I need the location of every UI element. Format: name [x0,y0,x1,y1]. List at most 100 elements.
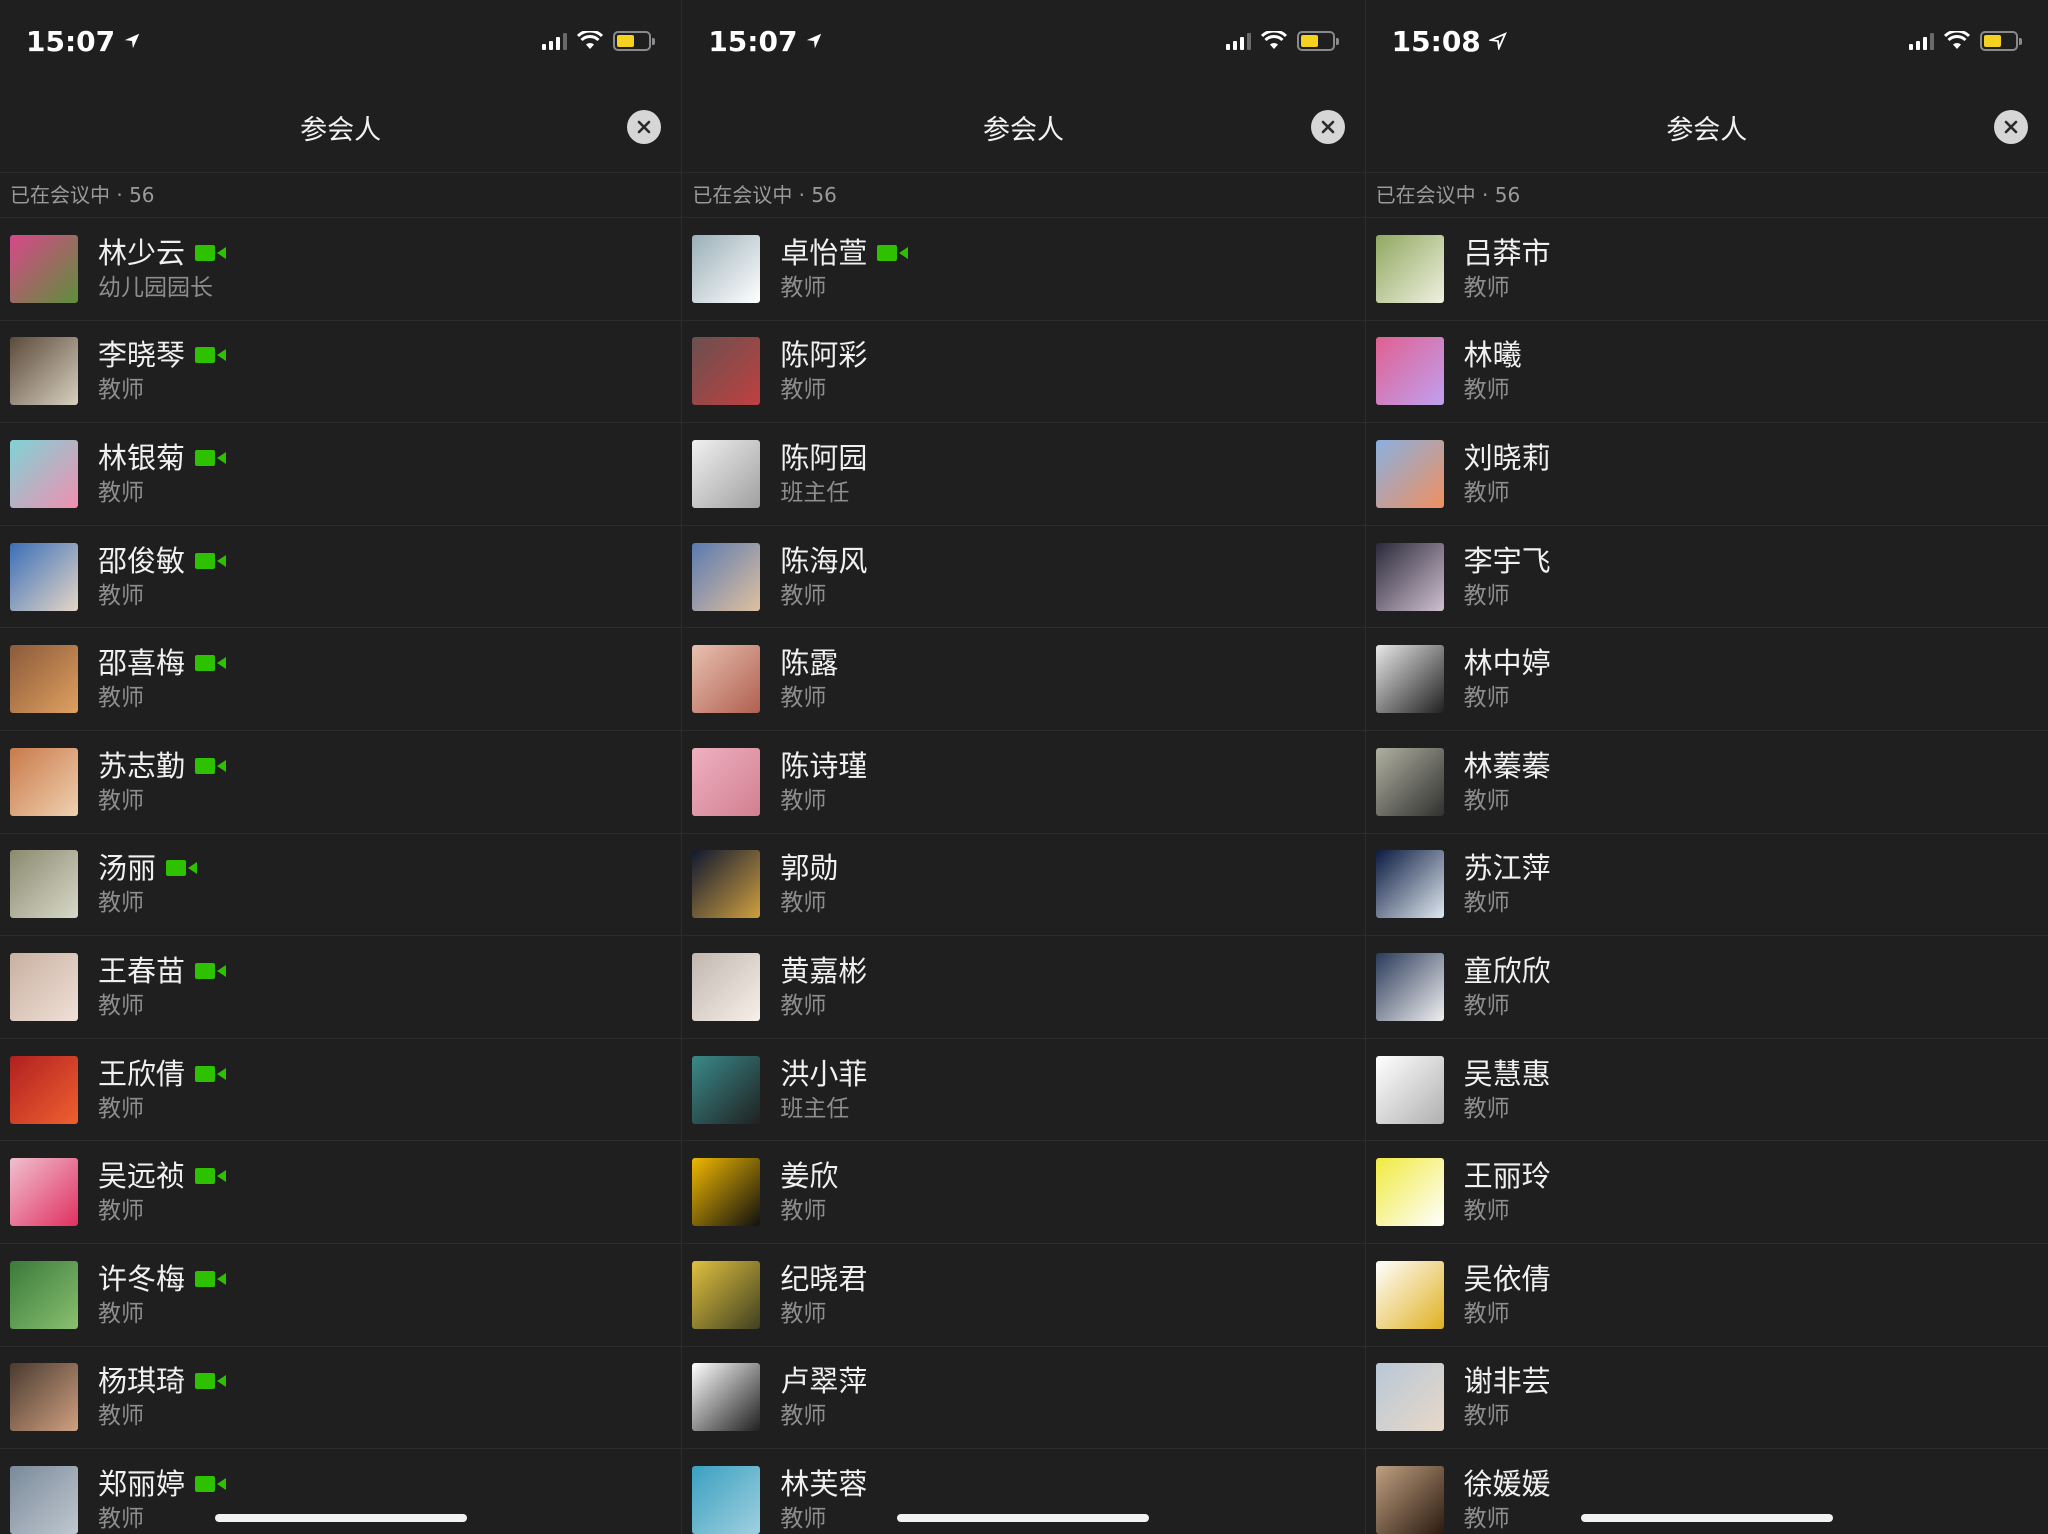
participant-name: 陈阿园 [780,440,868,475]
signal-icon [542,32,568,50]
header: 参会人 [1365,82,2048,173]
participant-info: 李晓琴 教师 [98,336,227,406]
participant-row[interactable]: 苏江萍 教师 [1365,834,2048,937]
participant-row[interactable]: 王丽玲 教师 [1365,1141,2048,1244]
participant-row[interactable]: 谢非芸 教师 [1365,1347,2048,1450]
avatar [1375,645,1444,714]
clock: 15:07 [26,25,141,58]
participant-role: 教师 [98,1300,144,1327]
name-line: 郑丽婷 [98,1465,227,1503]
section-header: 已在会议中 · 56 [0,173,682,218]
participant-row[interactable]: 李晓琴 教师 [0,321,682,424]
participant-name: 纪晓君 [780,1261,868,1296]
participant-role: 教师 [780,992,827,1019]
avatar [692,850,761,919]
participant-row[interactable]: 林曦 教师 [1365,321,2048,424]
avatar [10,439,78,508]
participant-role: 教师 [98,479,144,506]
participant-row[interactable]: 卓怡萱 教师 [682,218,1365,321]
video-camera-icon [195,1270,227,1287]
close-icon [2004,120,2018,134]
participant-row[interactable]: 姜欣 教师 [682,1141,1365,1244]
participant-row[interactable]: 林蓁蓁 教师 [1365,731,2048,834]
home-indicator[interactable] [1580,1514,1833,1522]
participant-info: 邵喜梅 教师 [98,644,227,714]
name-line: 谢非芸 [1464,1362,1551,1400]
participant-name: 王欣倩 [98,1056,186,1091]
video-camera-icon [195,1168,227,1185]
participant-row[interactable]: 林少云 幼儿园园长 [0,218,682,321]
participant-row[interactable]: 吴远祯 教师 [0,1141,682,1244]
close-button[interactable] [627,110,662,144]
participant-row[interactable]: 杨琪琦 教师 [0,1347,682,1450]
participant-name: 王春苗 [98,953,186,988]
participant-info: 王欣倩 教师 [98,1055,227,1125]
participant-name: 卓怡萱 [780,235,868,270]
participant-row[interactable]: 王春苗 教师 [0,936,682,1039]
participant-row[interactable]: 卢翠萍 教师 [682,1347,1365,1450]
close-icon [1321,120,1334,134]
phone-screen-3: 15:08 参会人 已在会议中 · 56 吕莽市 教师 林曦 教师 刘晓莉 教师 李宇飞 教师… [1365,0,2048,1534]
participant-row[interactable]: 苏志勤 教师 [0,731,682,834]
avatar [10,645,78,714]
avatar [10,1158,78,1227]
participant-name: 林蓁蓁 [1463,748,1551,783]
participant-info: 洪小菲 班主任 [780,1055,867,1125]
participant-row[interactable]: 李宇飞 教师 [1365,526,2048,629]
participant-name: 陈诗瑾 [780,748,868,783]
participant-name: 童欣欣 [1463,953,1551,988]
participant-info: 徐媛媛 教师 [1464,1465,1551,1534]
participant-name: 汤丽 [98,851,157,886]
participant-row[interactable]: 吴依倩 教师 [1365,1244,2048,1347]
close-button[interactable] [1993,110,2028,144]
close-button[interactable] [1310,110,1345,144]
home-indicator[interactable] [897,1514,1150,1522]
participant-list: 吕莽市 教师 林曦 教师 刘晓莉 教师 李宇飞 教师 林中婷 教师 林蓁蓁 教师 苏江萍 教师 童欣欣 教师吴… [1365,218,2048,1534]
participant-row[interactable]: 陈阿园 班主任 [682,423,1365,526]
avatar [692,439,761,508]
name-line: 童欣欣 [1464,952,1551,990]
participant-row[interactable]: 邵俊敏 教师 [0,526,682,629]
avatar [10,234,78,303]
participant-row[interactable]: 童欣欣 教师 [1365,936,2048,1039]
name-line: 洪小菲 [780,1055,867,1093]
name-line: 陈诗瑾 [780,747,867,785]
participant-row[interactable]: 林中婷 教师 [1365,628,2048,731]
video-camera-icon [166,860,198,877]
video-camera-icon [877,244,909,261]
participant-row[interactable]: 邵喜梅 教师 [0,628,682,731]
participant-row[interactable]: 王欣倩 教师 [0,1039,682,1142]
participant-row[interactable]: 刘晓莉 教师 [1365,423,2048,526]
close-icon [638,120,651,134]
avatar [1375,337,1444,406]
name-line: 林芙蓉 [780,1465,867,1503]
participant-row[interactable]: 陈阿彩 教师 [682,321,1365,424]
participant-row[interactable]: 吴慧惠 教师 [1365,1039,2048,1142]
participant-role: 教师 [1463,1198,1510,1225]
participant-row[interactable]: 纪晓君 教师 [682,1244,1365,1347]
name-line: 邵喜梅 [98,644,227,682]
participant-row[interactable]: 汤丽 教师 [0,834,682,937]
participant-role: 教师 [1463,582,1510,609]
participant-row[interactable]: 林银菊 教师 [0,423,682,526]
participant-row[interactable]: 许冬梅 教师 [0,1244,682,1347]
participant-name: 洪小菲 [780,1056,868,1091]
participant-info: 林银菊 教师 [98,439,227,509]
participant-row[interactable]: 吕莽市 教师 [1365,218,2048,321]
home-indicator[interactable] [214,1514,467,1522]
participant-name: 吴慧惠 [1463,1056,1551,1091]
video-camera-icon [195,1373,227,1390]
avatar [1375,542,1444,611]
participant-row[interactable]: 陈诗瑾 教师 [682,731,1365,834]
name-line: 吴慧惠 [1464,1055,1551,1093]
participant-row[interactable]: 洪小菲 班主任 [682,1039,1365,1142]
participant-row[interactable]: 陈海风 教师 [682,526,1365,629]
participant-row[interactable]: 郭勋 教师 [682,834,1365,937]
participant-list: 林少云 幼儿园园长 李晓琴 教师 林银菊 教师 邵俊敏 教师 邵喜梅 教师 苏志勤 教师 汤丽 教师 王春苗… [0,218,682,1534]
status-bar: 15:07 [682,0,1364,82]
name-line: 纪晓君 [780,1260,867,1298]
participant-row[interactable]: 黄嘉彬 教师 [682,936,1365,1039]
participant-role: 教师 [780,685,827,712]
participant-row[interactable]: 陈露 教师 [682,628,1365,731]
participant-name: 许冬梅 [98,1261,186,1296]
